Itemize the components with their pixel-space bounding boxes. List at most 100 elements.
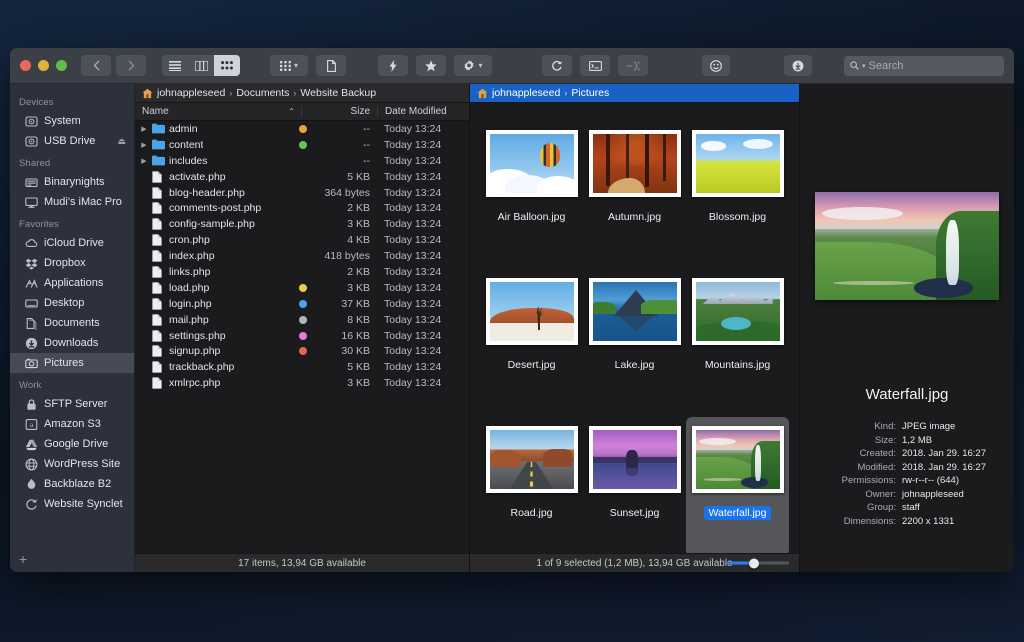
breadcrumb-item[interactable]: Documents [236, 87, 289, 99]
grid-item-label[interactable]: Waterfall.jpg [703, 506, 772, 520]
thumbnail[interactable] [485, 130, 578, 197]
column-header-size[interactable]: Size [301, 106, 377, 117]
grid-item[interactable]: Autumn.jpg [583, 121, 686, 260]
column-view-button[interactable] [188, 55, 214, 76]
grid-item[interactable]: Mountains.jpg [686, 269, 789, 408]
forward-button[interactable] [116, 55, 146, 76]
table-row[interactable]: ▶mail.php 8 KB Today 13:24 [135, 312, 469, 328]
grid-item-label[interactable]: Sunset.jpg [605, 506, 665, 520]
sidebar-item-binarynights[interactable]: Binarynights [10, 172, 134, 192]
tag-dot[interactable] [299, 315, 307, 324]
grid-item-label[interactable]: Autumn.jpg [603, 210, 666, 224]
tag-dot[interactable] [299, 347, 307, 356]
table-row[interactable]: ▶comments-post.php 2 KB Today 13:24 [135, 200, 469, 216]
breadcrumb-list-pane[interactable]: johnappleseed › Documents › Website Backup [135, 84, 469, 103]
tag-dot[interactable] [299, 299, 307, 308]
sidebar-item-system[interactable]: System [10, 111, 134, 131]
slider-knob[interactable] [749, 558, 760, 568]
table-row[interactable]: ▶login.php 37 KB Today 13:24 [135, 296, 469, 312]
favorites-button[interactable] [416, 55, 446, 76]
disclosure-triangle-icon[interactable]: ▶ [140, 125, 148, 133]
breadcrumb-grid-pane[interactable]: johnappleseed › Pictures [470, 84, 799, 103]
column-header-date[interactable]: Date Modified [377, 106, 469, 117]
disclosure-triangle-icon[interactable]: ▶ [140, 141, 148, 149]
table-row[interactable]: ▶trackback.php 5 KB Today 13:24 [135, 359, 469, 375]
sidebar-item-downloads[interactable]: Downloads [10, 333, 134, 353]
sidebar-item-pictures[interactable]: Pictures [10, 353, 134, 373]
sidebar-item-desktop[interactable]: Desktop [10, 293, 134, 313]
grid-item-label[interactable]: Road.jpg [505, 506, 557, 520]
sidebar-item-website-synclet[interactable]: Website Synclet [10, 494, 134, 514]
grid-item[interactable]: Road.jpg [480, 417, 583, 553]
sidebar-item-backblaze-b2[interactable]: Backblaze B2 [10, 474, 134, 494]
table-row[interactable]: ▶cron.php 4 KB Today 13:24 [135, 232, 469, 248]
grid-item-label[interactable]: Mountains.jpg [700, 358, 775, 372]
settings-button[interactable]: ▾ [454, 55, 492, 76]
icon-view-button[interactable] [214, 55, 240, 76]
new-document-button[interactable] [316, 55, 346, 76]
terminal-button[interactable] [580, 55, 610, 76]
sidebar-item-sftp-server[interactable]: SFTP Server [10, 394, 134, 414]
grid-item[interactable]: Blossom.jpg [686, 121, 789, 260]
column-header-name[interactable]: Name ⌃ [135, 106, 301, 117]
list-view-button[interactable] [162, 55, 188, 76]
table-row[interactable]: ▶signup.php 30 KB Today 13:24 [135, 343, 469, 359]
sidebar-item-icloud-drive[interactable]: iCloud Drive [10, 233, 134, 253]
grid-item-label[interactable]: Blossom.jpg [704, 210, 771, 224]
table-row[interactable]: ▶ admin -- Today 13:24 [135, 121, 469, 137]
close-button[interactable] [20, 60, 31, 71]
table-row[interactable]: ▶settings.php 16 KB Today 13:24 [135, 328, 469, 344]
zoom-button[interactable] [56, 60, 67, 71]
breadcrumb-item[interactable]: Website Backup [300, 87, 376, 99]
table-row[interactable]: ▶links.php 2 KB Today 13:24 [135, 264, 469, 280]
sidebar-item-wordpress-site[interactable]: WordPress Site [10, 454, 134, 474]
table-row[interactable]: ▶ includes -- Today 13:24 [135, 153, 469, 169]
table-row[interactable]: ▶activate.php 5 KB Today 13:24 [135, 169, 469, 185]
thumbnail[interactable] [588, 278, 681, 345]
sidebar-item-google-drive[interactable]: Google Drive [10, 434, 134, 454]
sidebar-add-button[interactable]: + [10, 546, 134, 572]
group-by-button[interactable]: ▾ [270, 55, 308, 76]
grid-item-label[interactable]: Lake.jpg [610, 358, 660, 372]
minimize-button[interactable] [38, 60, 49, 71]
breadcrumb-item[interactable]: johnappleseed [157, 87, 225, 99]
grid-item[interactable]: Lake.jpg [583, 269, 686, 408]
back-button[interactable] [81, 55, 111, 76]
thumbnail[interactable] [485, 426, 578, 493]
sidebar-item-dropbox[interactable]: Dropbox [10, 253, 134, 273]
download-button[interactable] [784, 55, 812, 76]
thumbnail[interactable] [485, 278, 578, 345]
grid-item[interactable]: Waterfall.jpg [686, 417, 789, 553]
thumbnail[interactable] [588, 130, 681, 197]
sidebar-item-documents[interactable]: Documents [10, 313, 134, 333]
table-row[interactable]: ▶ content -- Today 13:24 [135, 137, 469, 153]
tag-dot[interactable] [299, 140, 307, 149]
grid-item-label[interactable]: Air Balloon.jpg [493, 210, 571, 224]
disclosure-triangle-icon[interactable]: ▶ [140, 157, 148, 165]
view-mode-switcher[interactable] [162, 55, 240, 76]
sidebar-item-amazon-s3[interactable]: a Amazon S3 [10, 414, 134, 434]
grid-item-label[interactable]: Desert.jpg [503, 358, 561, 372]
thumbnail[interactable] [691, 130, 784, 197]
thumbnail[interactable] [588, 426, 681, 493]
thumbnail[interactable] [691, 426, 784, 493]
table-row[interactable]: ▶index.php 418 bytes Today 13:24 [135, 248, 469, 264]
thumbnail[interactable] [691, 278, 784, 345]
refresh-button[interactable] [542, 55, 572, 76]
grid-item[interactable]: Sunset.jpg [583, 417, 686, 553]
tag-button[interactable] [702, 55, 730, 76]
grid-item[interactable]: Desert.jpg [480, 269, 583, 408]
table-row[interactable]: ▶blog-header.php 364 bytes Today 13:24 [135, 185, 469, 201]
tag-dot[interactable] [299, 331, 307, 340]
table-row[interactable]: ▶config-sample.php 3 KB Today 13:24 [135, 216, 469, 232]
search-field[interactable]: ▾ Search [844, 55, 1004, 76]
eject-icon[interactable]: ⏏ [117, 136, 126, 147]
compare-button[interactable] [618, 55, 648, 76]
icon-size-slider[interactable] [727, 558, 789, 568]
sidebar-item-applications[interactable]: Applications [10, 273, 134, 293]
tag-dot[interactable] [299, 283, 307, 292]
grid-item[interactable]: Air Balloon.jpg [480, 121, 583, 260]
quick-action-button[interactable] [378, 55, 408, 76]
tag-dot[interactable] [299, 124, 307, 133]
table-row[interactable]: ▶load.php 3 KB Today 13:24 [135, 280, 469, 296]
